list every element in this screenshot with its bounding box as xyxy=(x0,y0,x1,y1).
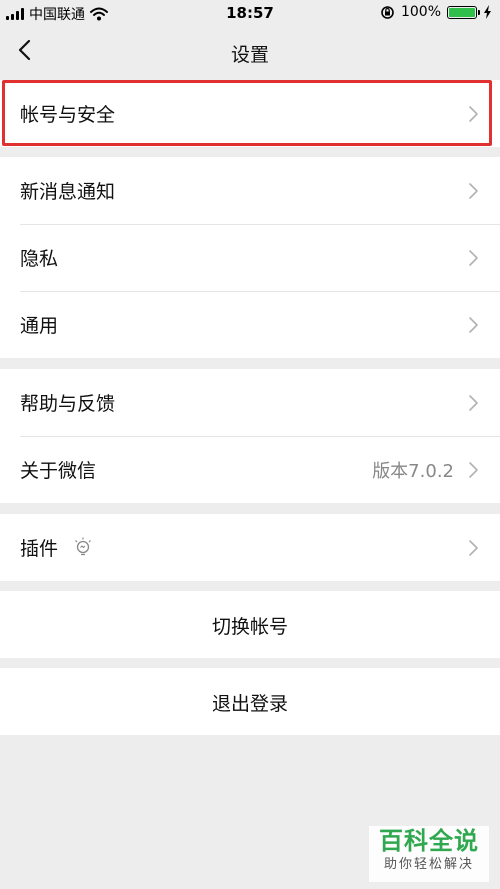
chevron-right-icon xyxy=(469,462,478,478)
settings-group-general: 新消息通知 隐私 通用 xyxy=(0,157,500,358)
status-bar: 中国联通 18:57 100% xyxy=(0,0,500,26)
settings-item-general[interactable]: 通用 xyxy=(0,291,500,358)
nav-bar: 设置 xyxy=(0,26,500,78)
chevron-right-icon xyxy=(469,106,478,122)
settings-item-label: 新消息通知 xyxy=(20,181,116,203)
version-value: 版本7.0.2 xyxy=(372,461,454,482)
settings-item-label: 帮助与反馈 xyxy=(20,393,116,415)
watermark-title: 百科全说 xyxy=(379,827,479,855)
settings-item-label: 插件 xyxy=(20,538,59,560)
settings-item-label: 隐私 xyxy=(20,248,59,270)
watermark: 百科全说 助你轻松解决 xyxy=(369,826,489,882)
logout-label: 退出登录 xyxy=(211,693,288,715)
settings-group-plugins: 插件 xyxy=(0,514,500,581)
charging-icon xyxy=(484,5,491,19)
chevron-right-icon xyxy=(469,317,478,333)
settings-group-switch-account: 切换帐号 xyxy=(0,591,500,658)
settings-item-notifications[interactable]: 新消息通知 xyxy=(0,157,500,224)
settings-group-logout: 退出登录 xyxy=(0,668,500,735)
watermark-subtitle: 助你轻松解决 xyxy=(383,857,474,872)
settings-item-help-feedback[interactable]: 帮助与反馈 xyxy=(0,369,500,436)
status-right: 100% xyxy=(380,4,492,20)
battery-percent: 100% xyxy=(400,4,441,20)
chevron-right-icon xyxy=(469,540,478,556)
battery-icon xyxy=(447,5,480,19)
switch-account-label: 切换帐号 xyxy=(211,616,288,638)
settings-item-label: 帐号与安全 xyxy=(20,104,116,126)
settings-item-plugins[interactable]: 插件 xyxy=(0,514,500,581)
chevron-right-icon xyxy=(469,395,478,411)
logout-button[interactable]: 退出登录 xyxy=(0,668,500,735)
chevron-right-icon xyxy=(469,183,478,199)
page-title: 设置 xyxy=(230,44,269,66)
battery-fill xyxy=(449,7,475,17)
settings-item-privacy[interactable]: 隐私 xyxy=(0,224,500,291)
settings-group-account: 帐号与安全 xyxy=(0,80,500,147)
settings-item-about-wechat[interactable]: 关于微信 版本7.0.2 xyxy=(0,436,500,503)
settings-group-about: 帮助与反馈 关于微信 版本7.0.2 xyxy=(0,369,500,503)
rotation-lock-icon xyxy=(381,5,394,19)
chevron-right-icon xyxy=(469,250,478,266)
settings-item-label: 通用 xyxy=(20,315,59,337)
lightbulb-icon xyxy=(75,537,91,556)
switch-account-button[interactable]: 切换帐号 xyxy=(0,591,500,658)
settings-item-account-security[interactable]: 帐号与安全 xyxy=(0,80,500,147)
settings-item-label: 关于微信 xyxy=(20,460,97,482)
